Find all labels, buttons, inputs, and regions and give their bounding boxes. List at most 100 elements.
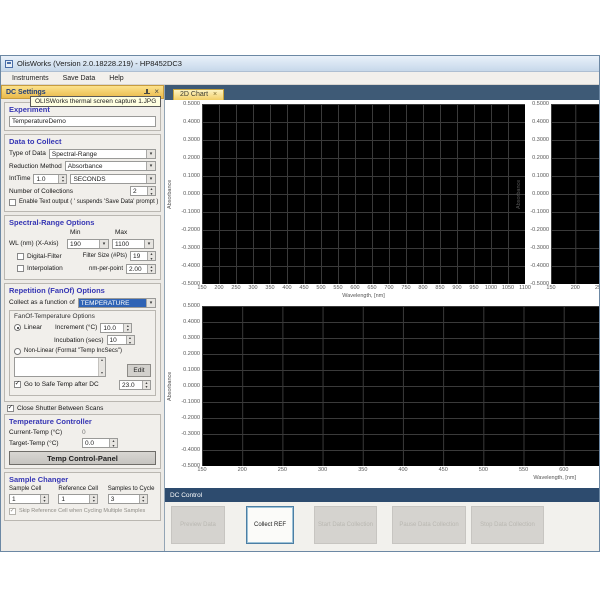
y-tick: 0.5000 <box>183 303 200 309</box>
target-temp-value: 0.0 <box>83 439 109 447</box>
interpolation-checkbox[interactable] <box>17 265 24 272</box>
chevron-down-icon[interactable]: ▾ <box>146 299 155 307</box>
reduction-method-value: Absorbance <box>66 162 146 170</box>
sample-cell-spinner[interactable]: 1 ▲▼ <box>9 494 49 504</box>
y-tick: 0.1000 <box>183 173 200 179</box>
incubation-spinner[interactable]: 10 ▲▼ <box>107 335 135 345</box>
close-shutter-checkbox[interactable] <box>7 405 14 412</box>
tab-bar: 2D Chart × <box>165 85 599 100</box>
spinner-arrows-icon[interactable]: ▲▼ <box>147 252 155 260</box>
y-axis-label: Absorbance <box>167 306 176 466</box>
plot-area[interactable] <box>551 104 599 284</box>
target-temp-spinner[interactable]: 0.0 ▲▼ <box>82 438 118 448</box>
collect-fn-combo[interactable]: TEMPERATURE ▾ <box>78 298 156 308</box>
collections-spinner[interactable]: 2 ▲▼ <box>130 186 156 196</box>
chevron-down-icon[interactable]: ▾ <box>146 150 155 158</box>
dc-button-preview-data: Preview Data <box>171 506 225 544</box>
spinner-arrows-icon[interactable]: ▲▼ <box>147 265 155 273</box>
chevron-down-icon[interactable]: ▾ <box>144 240 153 248</box>
spinner-arrows-icon[interactable]: ▲▼ <box>89 495 97 503</box>
y-axis-label: Absorbance <box>516 104 525 284</box>
scrollbar[interactable]: ▲▼ <box>98 358 105 376</box>
x-tick: 400 <box>282 285 291 291</box>
tab-close-icon[interactable]: × <box>213 92 217 98</box>
chevron-down-icon[interactable]: ▾ <box>99 240 108 248</box>
type-of-data-combo[interactable]: Spectral-Range ▾ <box>49 149 156 159</box>
x-tick: 450 <box>299 285 308 291</box>
spinner-arrows-icon[interactable]: ▲▼ <box>139 495 147 503</box>
inttime-label: IntTime <box>9 175 30 182</box>
samples-to-cycle-label: Samples to Cycle <box>108 486 156 492</box>
chevron-down-icon[interactable]: ▾ <box>146 162 155 170</box>
y-tick: -0.2000 <box>181 227 200 233</box>
nm-per-point-spinner[interactable]: 2.00 ▲▼ <box>126 264 156 274</box>
tooltip: OLISWorks thermal screen capture 1.JPG <box>30 96 161 107</box>
safe-temp-label: Go to Safe Temp after DC <box>24 381 116 388</box>
samples-to-cycle-value: 3 <box>109 495 139 503</box>
repetition-heading: Repetition (FanOf) Options <box>9 286 156 295</box>
increment-value: 10.0 <box>101 324 123 332</box>
menu-item-help[interactable]: Help <box>102 75 130 82</box>
spinner-arrows-icon[interactable]: ▲▼ <box>109 439 117 447</box>
x-tick: 250 <box>595 285 599 291</box>
menu-item-instruments[interactable]: Instruments <box>5 75 56 82</box>
dc-button-start-data-collection: Start Data Collection <box>314 506 377 544</box>
y-axis-ticks: 0.50000.40000.30000.20000.10000.0000-0.1… <box>176 104 202 284</box>
y-tick: -0.4000 <box>530 263 549 269</box>
close-icon[interactable]: × <box>154 88 159 96</box>
plot-area[interactable] <box>202 104 525 284</box>
nonlinear-label: Non-Linear (Format "Temp IncSecs") <box>24 348 122 354</box>
safe-temp-value: 23.0 <box>120 381 142 389</box>
filter-size-spinner[interactable]: 19 ▲▼ <box>130 251 156 261</box>
wl-min-value: 190 <box>68 240 99 248</box>
nonlinear-listbox[interactable]: ▲▼ <box>14 357 106 377</box>
increment-spinner[interactable]: 10.0 ▲▼ <box>100 323 132 333</box>
current-temp-value: 0 <box>82 429 86 436</box>
chart-top-left: Absorbance 0.50000.40000.30000.20000.100… <box>167 104 525 302</box>
pin-icon[interactable] <box>143 88 150 96</box>
reference-cell-spinner[interactable]: 1 ▲▼ <box>58 494 98 504</box>
digital-filter-checkbox[interactable] <box>17 253 24 260</box>
incubation-value: 10 <box>108 336 126 344</box>
spinner-arrows-icon[interactable]: ▲▼ <box>123 324 131 332</box>
x-tick: 200 <box>214 285 223 291</box>
tab-2d-chart[interactable]: 2D Chart × <box>173 89 224 100</box>
text-output-checkbox[interactable] <box>9 199 16 206</box>
inttime-spinner[interactable]: 1.0 ▲▼ <box>33 174 67 184</box>
x-tick: 550 <box>333 285 342 291</box>
x-tick: 550 <box>519 467 528 473</box>
spinner-arrows-icon[interactable]: ▲▼ <box>40 495 48 503</box>
linear-label: Linear <box>24 324 52 331</box>
dc-button-collect-ref[interactable]: Collect REF <box>246 506 294 544</box>
linear-radio[interactable] <box>14 324 21 331</box>
spinner-arrows-icon[interactable]: ▲▼ <box>147 187 155 195</box>
spinner-arrows-icon[interactable]: ▲▼ <box>126 336 134 344</box>
samples-to-cycle-spinner[interactable]: 3 ▲▼ <box>108 494 148 504</box>
experiment-input[interactable]: TemperatureDemo <box>9 116 156 127</box>
chevron-down-icon[interactable]: ▾ <box>146 175 155 183</box>
title-bar: OlisWorks (Version 2.0.18228.219) - HP84… <box>1 56 599 72</box>
safe-temp-spinner[interactable]: 23.0 ▲▼ <box>119 380 151 390</box>
spinner-arrows-icon[interactable]: ▲▼ <box>142 381 150 389</box>
x-axis-ticks: 150200250300350400450500550600650 <box>202 466 599 475</box>
data-to-collect-section: Data to Collect Type of Data Spectral-Ra… <box>4 134 161 212</box>
fanof-temperature-group: FanOf-Temperature Options Linear Increme… <box>9 310 156 396</box>
inttime-units-combo[interactable]: SECONDS ▾ <box>70 174 156 184</box>
safe-temp-checkbox[interactable] <box>14 381 21 388</box>
close-shutter-label: Close Shutter Between Scans <box>17 405 103 412</box>
temperature-controller-section: Temperature Controller Current-Temp (°C)… <box>4 414 161 469</box>
edit-button[interactable]: Edit <box>127 364 151 377</box>
y-tick: -0.1000 <box>181 399 200 405</box>
wl-max-combo[interactable]: 1100 ▾ <box>112 239 154 249</box>
spinner-arrows-icon[interactable]: ▲▼ <box>58 175 66 183</box>
menu-item-save-data[interactable]: Save Data <box>56 75 103 82</box>
nonlinear-radio[interactable] <box>14 348 21 355</box>
wl-min-combo[interactable]: 190 ▾ <box>67 239 109 249</box>
x-tick: 800 <box>418 285 427 291</box>
y-tick: 0.1000 <box>532 173 549 179</box>
plot-area[interactable] <box>202 306 599 466</box>
collections-value: 2 <box>131 187 147 195</box>
reduction-method-combo[interactable]: Absorbance ▾ <box>65 161 156 171</box>
temp-control-panel-button[interactable]: Temp Control-Panel <box>9 451 156 465</box>
dc-control-panel: DC Control Preview DataCollect REFStart … <box>165 488 599 551</box>
